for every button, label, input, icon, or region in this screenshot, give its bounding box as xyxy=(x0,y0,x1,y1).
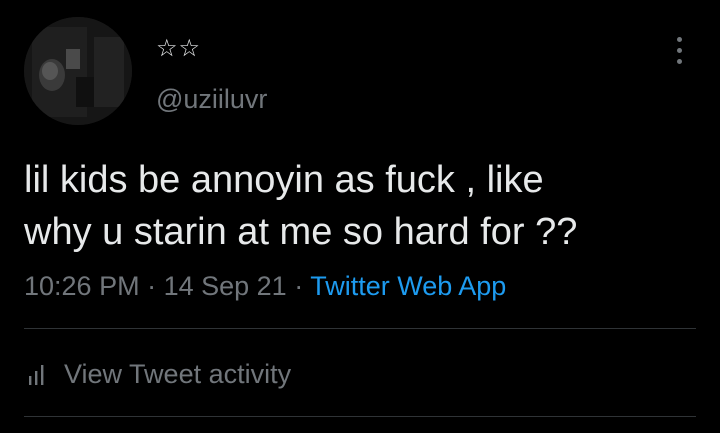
tweet-text: lil kids be annoyin as fuck , like why u… xyxy=(24,159,578,253)
display-name[interactable]: ☆☆ xyxy=(156,34,201,62)
divider xyxy=(24,416,696,417)
bar-chart-icon xyxy=(29,365,44,385)
tweet-source-link[interactable]: Twitter Web App xyxy=(310,271,506,301)
tweet-meta: 10:26 PM · 14 Sep 21 · Twitter Web App xyxy=(24,268,506,304)
meta-separator: · xyxy=(286,271,311,301)
view-tweet-activity-button[interactable]: View Tweet activity xyxy=(24,354,291,394)
view-tweet-activity-label: View Tweet activity xyxy=(64,359,292,389)
profile-photo-image xyxy=(24,17,132,125)
more-vertical-icon[interactable] xyxy=(670,34,690,66)
avatar[interactable] xyxy=(24,17,132,125)
tweet-detail: ☆☆ @uziiluvr lil kids be annoyin as fuck… xyxy=(0,0,720,433)
meta-separator: · xyxy=(139,271,164,301)
tweet-date[interactable]: 14 Sep 21 xyxy=(164,271,287,301)
tweet-time[interactable]: 10:26 PM xyxy=(24,271,140,301)
divider xyxy=(24,328,696,329)
user-handle[interactable]: @uziiluvr xyxy=(156,83,267,115)
